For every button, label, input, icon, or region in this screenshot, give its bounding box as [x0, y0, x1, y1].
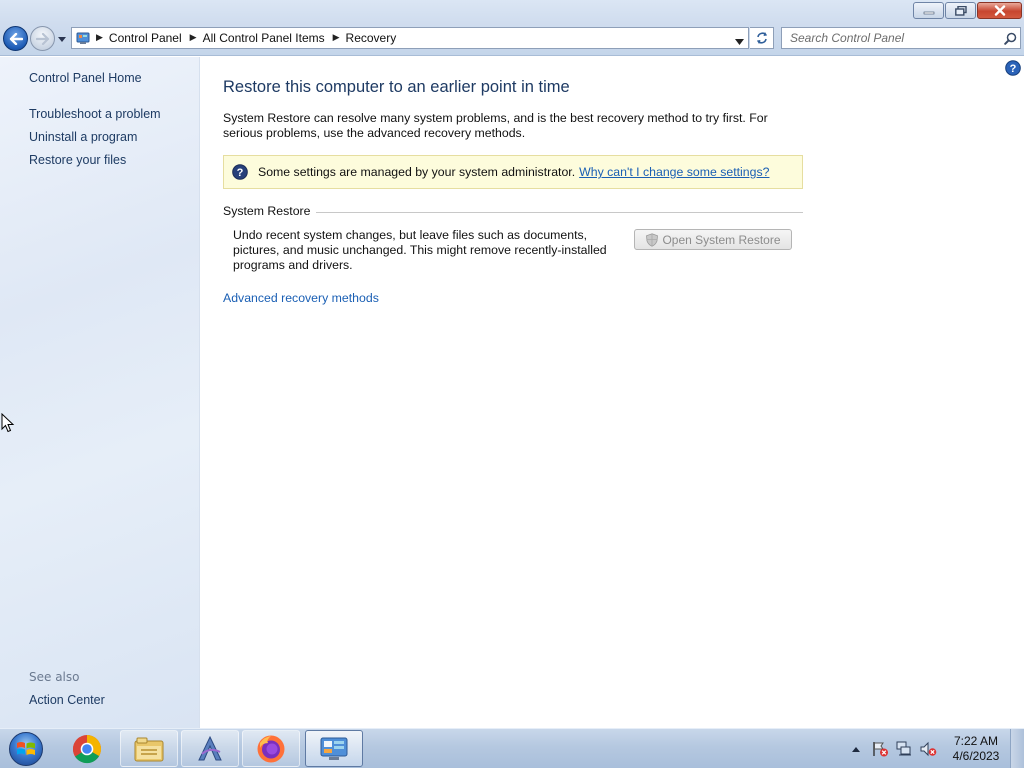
question-icon: ? — [232, 164, 248, 180]
system-restore-description: Undo recent system changes, but leave fi… — [233, 228, 607, 272]
volume-tray[interactable] — [916, 739, 940, 759]
address-bar[interactable]: ▶ Control Panel ▶ All Control Panel Item… — [71, 27, 749, 49]
task-pane: Control Panel Home Troubleshoot a proble… — [0, 57, 200, 728]
breadcrumb-all-items[interactable]: All Control Panel Items — [203, 31, 325, 45]
chevron-down-icon — [58, 36, 66, 42]
file-explorer-icon — [134, 737, 164, 761]
search-box[interactable] — [781, 27, 1021, 49]
system-restore-section-header: System Restore — [223, 204, 803, 218]
clock-time: 7:22 AM — [953, 734, 999, 748]
refresh-button[interactable] — [750, 27, 774, 49]
taskbar-control-panel[interactable] — [305, 730, 363, 767]
section-title: System Restore — [223, 204, 311, 218]
arrow-left-icon — [9, 32, 23, 45]
show-desktop-button[interactable] — [1010, 729, 1024, 768]
admin-info-text: Some settings are managed by your system… — [258, 165, 576, 179]
minimize-icon — [923, 11, 934, 14]
minimize-button[interactable] — [913, 2, 944, 19]
close-button[interactable] — [977, 2, 1022, 19]
uac-shield-icon — [646, 232, 659, 247]
page-title: Restore this computer to an earlier poin… — [223, 78, 570, 96]
control-panel-icon — [320, 737, 348, 760]
window-controls — [912, 2, 1022, 19]
clock-date: 4/6/2023 — [952, 749, 1000, 763]
restore-icon — [954, 5, 967, 16]
breadcrumb-separator[interactable]: ▶ — [96, 33, 103, 43]
main-content: ? Restore this computer to an earlier po… — [201, 57, 1024, 728]
action-center-flag-icon — [873, 742, 888, 757]
show-hidden-icons-button[interactable] — [844, 739, 868, 759]
breadcrumb-control-panel[interactable]: Control Panel — [109, 31, 182, 45]
advanced-recovery-link[interactable]: Advanced recovery methods — [223, 291, 379, 305]
uninstall-program-link[interactable]: Uninstall a program — [29, 130, 137, 144]
control-panel-home-link[interactable]: Control Panel Home — [29, 71, 142, 85]
breadcrumb-recovery[interactable]: Recovery — [346, 31, 397, 45]
admin-info-bar: ? Some settings are managed by your syst… — [223, 155, 803, 189]
svg-text:?: ? — [237, 167, 244, 179]
action-center-link[interactable]: Action Center — [29, 693, 105, 707]
taskbar-app-a[interactable] — [181, 730, 239, 767]
taskbar: 7:22 AM 4/6/2023 — [0, 728, 1024, 768]
control-panel-icon — [72, 28, 94, 48]
chevron-down-icon — [735, 39, 744, 45]
taskbar-file-explorer[interactable] — [120, 730, 178, 767]
help-icon[interactable]: ? — [1005, 60, 1021, 76]
section-divider — [316, 211, 803, 213]
volume-muted-icon — [920, 741, 937, 757]
window-chrome: ▶ Control Panel ▶ All Control Panel Item… — [0, 0, 1024, 56]
troubleshoot-link[interactable]: Troubleshoot a problem — [29, 107, 161, 121]
chevron-up-icon — [852, 746, 860, 752]
network-tray[interactable] — [892, 739, 916, 759]
address-history-dropdown[interactable] — [735, 34, 744, 48]
intro-text: System Restore can resolve many system p… — [223, 111, 768, 140]
restore-files-link[interactable]: Restore your files — [29, 153, 126, 167]
taskbar-clock[interactable]: 7:22 AM 4/6/2023 — [946, 734, 1006, 764]
restore-button[interactable] — [945, 2, 976, 19]
arrow-right-icon — [35, 32, 49, 45]
taskbar-chrome[interactable] — [58, 730, 116, 767]
firefox-icon — [257, 735, 285, 762]
app-a-icon — [198, 735, 222, 760]
why-cant-change-link[interactable]: Why can't I change some settings? — [579, 165, 769, 179]
windows-logo-icon — [9, 732, 43, 766]
breadcrumb-separator[interactable]: ▶ — [190, 33, 197, 43]
action-center-tray[interactable] — [868, 739, 892, 759]
refresh-icon — [756, 32, 767, 44]
taskbar-firefox[interactable] — [242, 730, 300, 767]
breadcrumb-separator[interactable]: ▶ — [333, 33, 340, 43]
search-input[interactable] — [782, 28, 1000, 48]
see-also-heading: See also — [29, 670, 80, 684]
svg-text:?: ? — [1010, 63, 1017, 75]
open-system-restore-label: Open System Restore — [662, 232, 781, 247]
mouse-cursor-icon — [1, 413, 15, 433]
forward-button[interactable] — [30, 26, 55, 51]
open-system-restore-button[interactable]: Open System Restore — [634, 229, 792, 250]
network-icon — [896, 741, 911, 756]
system-tray: 7:22 AM 4/6/2023 — [844, 729, 1024, 768]
recent-pages-dropdown[interactable] — [57, 34, 67, 44]
start-button[interactable] — [6, 731, 46, 767]
search-icon[interactable] — [1000, 32, 1020, 45]
back-button[interactable] — [3, 26, 28, 51]
chrome-icon — [72, 734, 101, 763]
close-icon — [994, 5, 1005, 16]
